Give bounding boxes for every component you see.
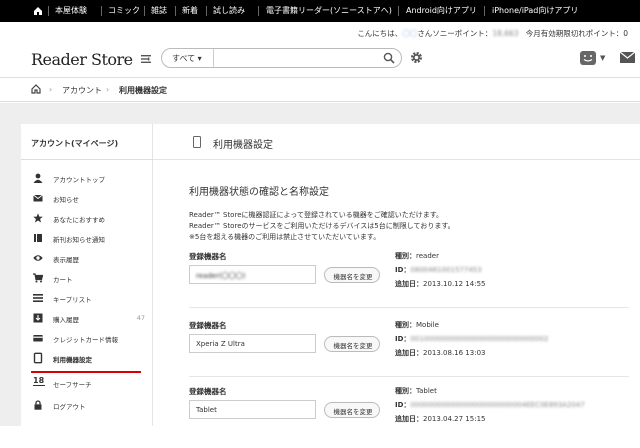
home-icon[interactable] — [33, 0, 43, 22]
breadcrumb-separator-icon: › — [106, 85, 110, 94]
list-icon — [33, 294, 43, 302]
user-bar: こんにちは、〇〇さんソニーポイント：18,663 今月有効期限切れポイント：0 — [0, 22, 640, 42]
book-icon — [34, 234, 42, 242]
nav-item-new[interactable]: 新着 — [182, 0, 198, 22]
chevron-down-icon[interactable]: ▼ — [600, 54, 605, 62]
device-id: ID：00000000000000000000000004EEC0E893A20… — [395, 401, 585, 409]
sidebar-item-recommend[interactable]: あなたにおすすめ — [33, 211, 151, 227]
description-line: Reader™ Storeのサービスをご利用いただけるデバイスは5台に制限してお… — [189, 222, 455, 230]
page-title: 利用機器設定 — [213, 140, 273, 151]
lock-icon — [34, 400, 42, 410]
sidebar-item-device-settings[interactable]: 利用機器設定 — [33, 351, 151, 367]
active-indicator — [31, 371, 141, 373]
rename-device-button[interactable]: 機器名を変更 — [324, 267, 380, 283]
nav-item-ios-app[interactable]: iPhone/iPad向けアプリ — [492, 0, 578, 22]
mail-icon — [33, 194, 43, 202]
header: Reader Store すべて ▾ ▼ — [0, 42, 640, 77]
device-entry: 登録機器名 reader(〇〇〇) 機器名を変更 種別：reader ID：08… — [189, 251, 629, 313]
device-entry: 登録機器名 Xperia Z Ultra 機器名を変更 種別：Mobile ID… — [189, 320, 629, 382]
sidebar-item-notices[interactable]: お知らせ — [33, 191, 151, 207]
page-header: 利用機器設定 — [153, 124, 640, 160]
cart-icon — [33, 273, 43, 283]
sidebar-item-view-history[interactable]: 表示履歴 — [33, 251, 151, 267]
eye-icon — [33, 255, 43, 261]
sidebar-item-logout[interactable]: ログアウト — [33, 398, 151, 414]
main-content: 利用機器設定 利用機器状態の確認と名称設定 Reader™ Storeに機器認証… — [153, 124, 640, 426]
face-icon[interactable] — [580, 51, 596, 65]
device-entry: 登録機器名 Tablet 機器名を変更 種別：Tablet ID：0000000… — [189, 386, 629, 448]
device-name-label: 登録機器名 — [189, 252, 227, 261]
nav-item-honya-taiken[interactable]: 本屋体験 — [55, 0, 87, 22]
expire-points-value: 0 — [623, 29, 628, 38]
sidebar-item-account-top[interactable]: アカウントトップ — [33, 171, 151, 187]
device-name-field[interactable]: reader(〇〇〇) — [189, 265, 316, 284]
device-name-label: 登録機器名 — [189, 321, 227, 330]
description-line: ※5台を超える機器のご利用は禁止させていただいています。 — [189, 233, 381, 241]
star-icon — [33, 213, 43, 223]
device-id: ID：0010000000000000000000000000002 — [395, 335, 549, 343]
menu-filter-icon[interactable] — [141, 54, 151, 64]
nav-item-comic[interactable]: コミック — [108, 0, 140, 22]
breadcrumb: › アカウント › 利用機器設定 — [0, 77, 640, 102]
device-type: 種別：Mobile — [395, 321, 439, 329]
search-icon[interactable] — [383, 52, 395, 64]
reader-store-logo[interactable]: Reader Store — [31, 50, 133, 69]
age-18-icon: 18 — [33, 376, 45, 386]
device-added-date: 追加日：2013.08.16 13:03 — [395, 349, 486, 357]
breadcrumb-separator-icon: › — [49, 85, 53, 94]
device-icon — [193, 136, 201, 148]
user-icon — [33, 173, 43, 183]
search-scope-select[interactable]: すべて ▾ — [172, 53, 202, 64]
device-added-date: 追加日：2013.04.27 15:15 — [395, 415, 486, 423]
device-name-field[interactable]: Xperia Z Ultra — [189, 334, 316, 353]
sidebar-title: アカウント(マイページ) — [31, 139, 119, 148]
device-name-field[interactable]: Tablet — [189, 400, 316, 419]
device-icon — [33, 352, 43, 364]
nav-item-android-app[interactable]: Android向けアプリ — [406, 0, 477, 22]
nav-item-magazine[interactable]: 雑誌 — [151, 0, 167, 22]
home-icon[interactable] — [31, 84, 41, 96]
search-input[interactable] — [218, 51, 368, 65]
rename-device-button[interactable]: 機器名を変更 — [324, 336, 380, 352]
mail-icon[interactable] — [619, 51, 636, 63]
rename-device-button[interactable]: 機器名を変更 — [324, 402, 380, 418]
points-value: 18,663 — [492, 29, 519, 38]
device-name-label: 登録機器名 — [189, 387, 227, 396]
device-id: ID：0800461001577453 — [395, 266, 482, 274]
card-icon — [33, 335, 43, 342]
section-title: 利用機器状態の確認と名称設定 — [189, 187, 329, 198]
purchase-count-badge: 47 — [136, 314, 145, 322]
user-name: 〇〇 — [402, 29, 418, 38]
sidebar-item-credit-card[interactable]: クレジットカード情報 — [33, 331, 151, 347]
device-added-date: 追加日：2013.10.12 14:55 — [395, 280, 486, 288]
breadcrumb-account[interactable]: アカウント — [62, 85, 102, 96]
top-nav: 本屋体験 コミック 雑誌 新着 試し読み 電子書籍リーダー(ソニーストアへ) A… — [0, 0, 640, 22]
search-bar: すべて ▾ — [161, 48, 402, 68]
nav-item-reader-device[interactable]: 電子書籍リーダー(ソニーストアへ) — [266, 0, 392, 22]
chevron-down-icon: ▾ — [197, 54, 202, 63]
sidebar-item-keep-list[interactable]: キープリスト — [33, 291, 151, 307]
gear-icon[interactable] — [410, 51, 423, 64]
device-type: 種別：reader — [395, 252, 439, 260]
breadcrumb-current: 利用機器設定 — [119, 86, 167, 95]
description-line: Reader™ Storeに機器認証によって登録されている機器をご確認いただけま… — [189, 211, 444, 219]
user-greeting: こんにちは、〇〇さんソニーポイント：18,663 今月有効期限切れポイント：0 — [357, 29, 628, 38]
device-type: 種別：Tablet — [395, 387, 437, 395]
sidebar-item-purchase-history[interactable]: 購入履歴 47 — [33, 311, 151, 327]
download-icon — [33, 313, 43, 323]
sidebar-item-new-release-notice[interactable]: 新刊お知らせ通知 — [33, 231, 151, 247]
nav-item-trial[interactable]: 試し読み — [213, 0, 245, 22]
sidebar-item-safe-search[interactable]: 18 セーフサーチ — [33, 376, 151, 392]
sidebar-item-cart[interactable]: カート — [33, 271, 151, 287]
account-sidebar: アカウント(マイページ) アカウントトップ お知らせ あなたにおすすめ 新刊お知… — [21, 124, 153, 426]
